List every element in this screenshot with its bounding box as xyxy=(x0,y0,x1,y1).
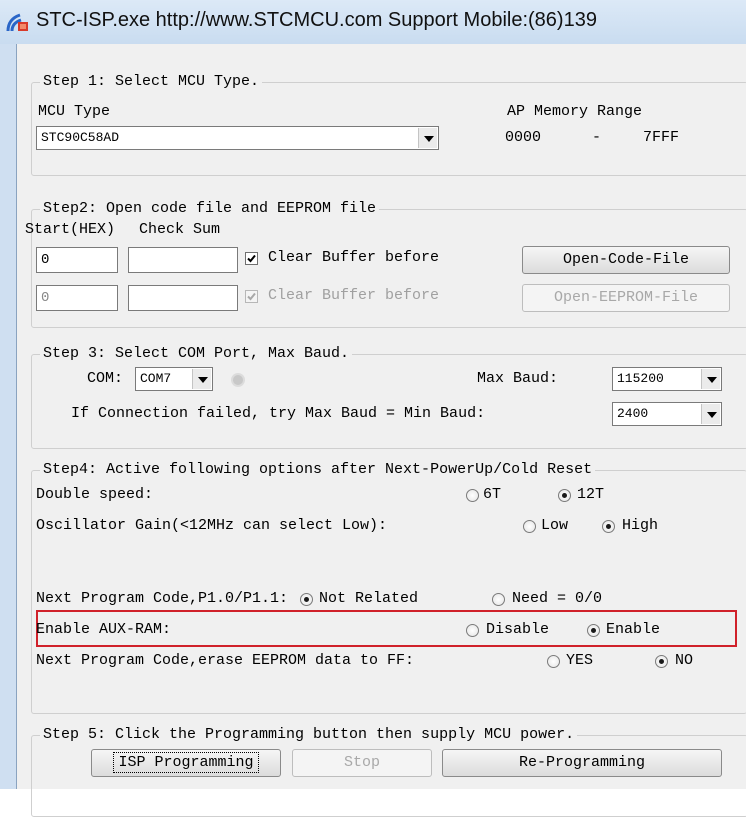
code-start-input[interactable]: 0 xyxy=(36,247,118,273)
double-speed-6t-radio[interactable] xyxy=(466,489,479,502)
min-baud-value: 2400 xyxy=(617,406,649,421)
window-titlebar: STC-ISP.exe http://www.STCMCU.com Suppor… xyxy=(0,0,746,44)
p10-need-label: Need = 0/0 xyxy=(512,590,603,607)
isp-programming-label: ISP Programming xyxy=(113,752,259,773)
osc-gain-high-radio[interactable] xyxy=(602,520,615,533)
max-baud-value: 115200 xyxy=(617,371,664,386)
step4-group: Step4: Active following options after Ne… xyxy=(31,461,746,714)
max-baud-label: Max Baud: xyxy=(477,370,559,387)
step2-group: Step2: Open code file and EEPROM file St… xyxy=(25,200,746,328)
erase-eeprom-no-label: NO xyxy=(675,652,694,669)
com-port-value: COM7 xyxy=(140,371,172,386)
aux-ram-disable-label: Disable xyxy=(486,621,550,638)
stop-button: Stop xyxy=(292,749,432,777)
range-separator: - xyxy=(592,129,602,146)
min-baud-select[interactable]: 2400 xyxy=(612,402,722,426)
range-start: 0000 xyxy=(505,129,542,146)
double-speed-6t-label: 6T xyxy=(483,486,502,503)
code-clear-buffer-checkbox[interactable] xyxy=(245,252,258,265)
window-frame xyxy=(0,44,17,789)
eeprom-start-input[interactable]: 0 xyxy=(36,285,118,311)
osc-gain-low-radio[interactable] xyxy=(523,520,536,533)
com-label: COM: xyxy=(87,370,124,387)
erase-eeprom-yes-radio[interactable] xyxy=(547,655,560,668)
range-end: 7FFF xyxy=(643,129,680,146)
client-area: Step 1: Select MCU Type. MCU Type STC90C… xyxy=(17,44,746,817)
check-sum-label: Check Sum xyxy=(139,221,221,238)
chevron-down-icon[interactable] xyxy=(192,369,211,389)
p10-label: Next Program Code,P1.0/P1.1: xyxy=(36,590,289,607)
com-port-select[interactable]: COM7 xyxy=(135,367,213,391)
p10-not-related-radio[interactable] xyxy=(300,593,313,606)
step1-group: Step 1: Select MCU Type. MCU Type STC90C… xyxy=(31,73,746,176)
checkmark-icon xyxy=(247,254,256,263)
checkmark-icon xyxy=(247,292,256,301)
mcu-type-label: MCU Type xyxy=(38,103,111,120)
gear-icon xyxy=(233,375,243,385)
erase-eeprom-no-radio[interactable] xyxy=(655,655,668,668)
chevron-down-icon[interactable] xyxy=(701,369,720,389)
ap-memory-label: AP Memory Range xyxy=(507,103,643,120)
mcu-type-value: STC90C58AD xyxy=(41,130,120,145)
code-checksum-input[interactable] xyxy=(128,247,238,273)
double-speed-12t-radio[interactable] xyxy=(558,489,571,502)
double-speed-label: Double speed: xyxy=(36,486,154,503)
aux-ram-label: Enable AUX-RAM: xyxy=(36,621,172,638)
erase-eeprom-yes-label: YES xyxy=(566,652,594,669)
max-baud-select[interactable]: 115200 xyxy=(612,367,722,391)
chevron-down-icon[interactable] xyxy=(701,404,720,424)
open-code-file-button[interactable]: Open-Code-File xyxy=(522,246,730,274)
isp-programming-button[interactable]: ISP Programming xyxy=(91,749,281,777)
osc-gain-high-label: High xyxy=(622,517,659,534)
double-speed-12t-label: 12T xyxy=(577,486,605,503)
step3-legend: Step 3: Select COM Port, Max Baud. xyxy=(40,345,353,363)
chevron-down-icon[interactable] xyxy=(418,128,437,148)
aux-ram-enable-label: Enable xyxy=(606,621,661,638)
start-hex-label: Start(HEX) xyxy=(25,221,116,238)
step5-legend: Step 5: Click the Programming button the… xyxy=(40,726,578,744)
open-eeprom-file-button: Open-EEPROM-File xyxy=(522,284,730,312)
step1-legend: Step 1: Select MCU Type. xyxy=(40,73,263,91)
min-baud-label: If Connection failed, try Max Baud = Min… xyxy=(71,405,486,422)
erase-eeprom-label: Next Program Code,erase EEPROM data to F… xyxy=(36,652,415,669)
osc-gain-low-label: Low xyxy=(541,517,569,534)
window-title: STC-ISP.exe http://www.STCMCU.com Suppor… xyxy=(36,9,597,31)
aux-ram-enable-radio[interactable] xyxy=(587,624,600,637)
eeprom-clear-buffer-label: Clear Buffer before xyxy=(268,287,440,304)
code-clear-buffer-label: Clear Buffer before xyxy=(268,249,440,266)
re-programming-button[interactable]: Re-Programming xyxy=(442,749,722,777)
aux-ram-disable-radio[interactable] xyxy=(466,624,479,637)
p10-not-related-label: Not Related xyxy=(319,590,419,607)
eeprom-clear-buffer-checkbox xyxy=(245,290,258,303)
osc-gain-label: Oscillator Gain(<12MHz can select Low): xyxy=(36,517,388,534)
step3-group: Step 3: Select COM Port, Max Baud. COM: … xyxy=(31,345,746,449)
p10-need-radio[interactable] xyxy=(492,593,505,606)
step5-group: Step 5: Click the Programming button the… xyxy=(31,726,746,817)
eeprom-checksum-input[interactable] xyxy=(128,285,238,311)
step4-legend: Step4: Active following options after Ne… xyxy=(40,461,596,479)
step2-legend: Step2: Open code file and EEPROM file xyxy=(40,200,380,218)
app-icon xyxy=(6,11,30,38)
mcu-type-select[interactable]: STC90C58AD xyxy=(36,126,439,150)
